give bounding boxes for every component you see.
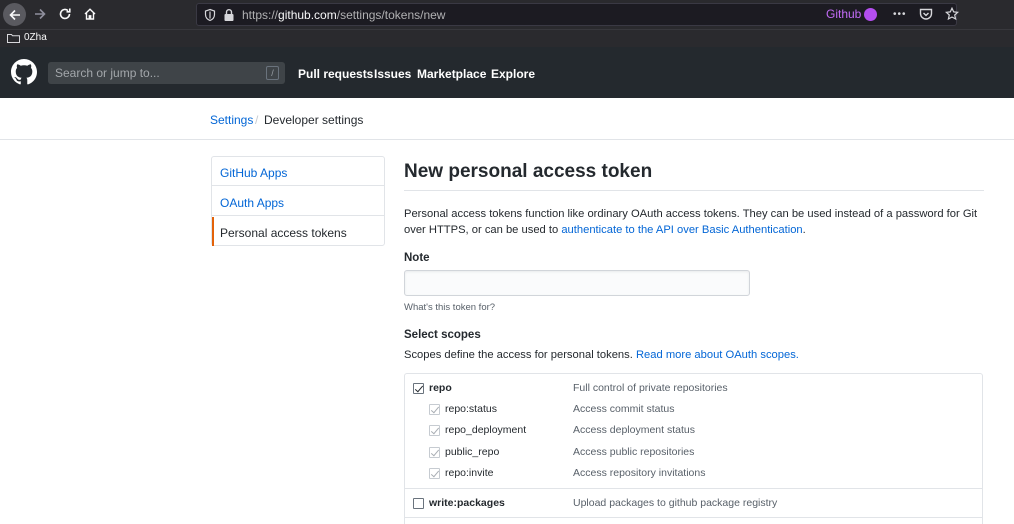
sidebar-item-personal-access-tokens[interactable]: Personal access tokens [212,217,384,246]
note-label: Note [404,252,430,264]
scope-name-repo-deployment: repo_deployment [445,424,527,436]
scopes-desc-text: Scopes define the access for personal to… [404,349,636,361]
scope-desc-repo-deployment: Access deployment status [573,424,695,436]
url-text[interactable]: https://github.com/settings/tokens/new [242,8,445,22]
scope-desc-public-repo: Access public repositories [573,446,695,458]
scope-group-divider [405,517,982,518]
bookmarks-bar: 0Zha [0,29,1014,47]
intro-paragraph: Personal access tokens function like ord… [404,206,994,238]
nav-issues[interactable]: Issues [374,67,411,81]
folder-icon [7,33,20,43]
breadcrumb: Settings / Developer settings [0,98,1014,140]
search-placeholder: Search or jump to... [55,66,160,80]
scope-checkbox-repo[interactable] [413,383,424,394]
scope-name-repo-status: repo:status [445,403,497,415]
home-button[interactable] [79,3,101,25]
url-bar[interactable]: https://github.com/settings/tokens/new G… [196,3,959,26]
scope-checkbox-repo-status[interactable] [429,404,440,415]
note-help-text: What's this token for? [404,302,496,313]
scope-checkbox-public-repo[interactable] [429,447,440,458]
container-label[interactable]: Github [826,7,878,21]
scope-row-repo-deployment: repo_deployment Access deployment status [405,422,982,442]
bookmark-folder[interactable]: 0Zha [7,32,47,43]
reload-icon [59,8,71,20]
search-shortcut-badge: / [266,66,279,80]
github-header: Search or jump to... / Pull requests Iss… [0,47,1014,98]
bookmark-star-icon[interactable] [944,7,959,21]
scopes-table: repo Full control of private repositorie… [404,373,983,524]
url-prefix: https:// [242,8,279,22]
nav-marketplace[interactable]: Marketplace [417,67,486,81]
reload-button[interactable] [54,3,76,25]
container-name: Github [826,7,862,21]
home-icon [84,8,96,20]
scope-desc-repo-invite: Access repository invitations [573,467,706,479]
scope-name-repo-invite: repo:invite [445,467,494,479]
url-domain: github.com [278,8,337,22]
github-logo-icon[interactable] [11,59,37,85]
breadcrumb-current: Developer settings [264,113,364,127]
shield-icon[interactable] [203,8,217,22]
scope-name-write-packages: write:packages [429,497,505,509]
scope-checkbox-repo-deployment[interactable] [429,425,440,436]
oauth-scopes-link[interactable]: Read more about OAuth scopes. [636,349,799,361]
title-divider [404,190,984,191]
scope-checkbox-write-packages[interactable] [413,498,424,509]
note-input[interactable] [404,270,750,296]
scope-row-repo: repo Full control of private repositorie… [405,380,982,400]
url-path: /settings/tokens/new [336,8,446,22]
url-actions: ••• [893,7,959,21]
scope-name-repo: repo [429,382,452,394]
page-title: New personal access token [404,161,653,182]
pocket-icon[interactable] [919,8,933,21]
scope-name-public-repo: public_repo [445,446,500,458]
nav-pull-requests[interactable]: Pull requests [298,67,373,81]
scope-row-public-repo: public_repo Access public repositories [405,444,982,464]
arrow-right-icon [35,8,46,20]
settings-sidebar: GitHub Apps OAuth Apps Personal access t… [211,156,385,246]
scopes-heading: Select scopes [404,329,481,341]
intro-end: . [802,224,806,236]
search-input[interactable]: Search or jump to... / [48,62,285,84]
basic-auth-link[interactable]: authenticate to the API over Basic Authe… [561,224,802,236]
sidebar-item-github-apps[interactable]: GitHub Apps [212,157,384,186]
scope-group-divider [405,488,982,489]
scopes-description: Scopes define the access for personal to… [404,349,799,361]
scope-desc-repo: Full control of private repositories [573,382,728,394]
lock-icon[interactable] [223,8,235,22]
scope-row-repo-invite: repo:invite Access repository invitation… [405,465,982,485]
scope-desc-repo-status: Access commit status [573,403,675,415]
nav-explore[interactable]: Explore [491,67,535,81]
browser-toolbar: https://github.com/settings/tokens/new G… [0,0,1014,29]
arrow-left-icon [8,9,20,20]
breadcrumb-separator: / [255,113,259,127]
more-icon[interactable]: ••• [893,9,907,20]
container-dot-icon [864,7,878,21]
scope-checkbox-repo-invite[interactable] [429,468,440,479]
forward-button[interactable] [29,3,51,25]
scope-row-repo-status: repo:status Access commit status [405,401,982,421]
breadcrumb-settings-link[interactable]: Settings [210,113,253,127]
scope-row-write-packages: write:packages Upload packages to github… [405,495,982,515]
scope-desc-write-packages: Upload packages to github package regist… [573,497,778,509]
sidebar-item-oauth-apps[interactable]: OAuth Apps [212,187,384,216]
bookmark-folder-label: 0Zha [24,32,47,43]
back-button[interactable] [3,3,26,26]
